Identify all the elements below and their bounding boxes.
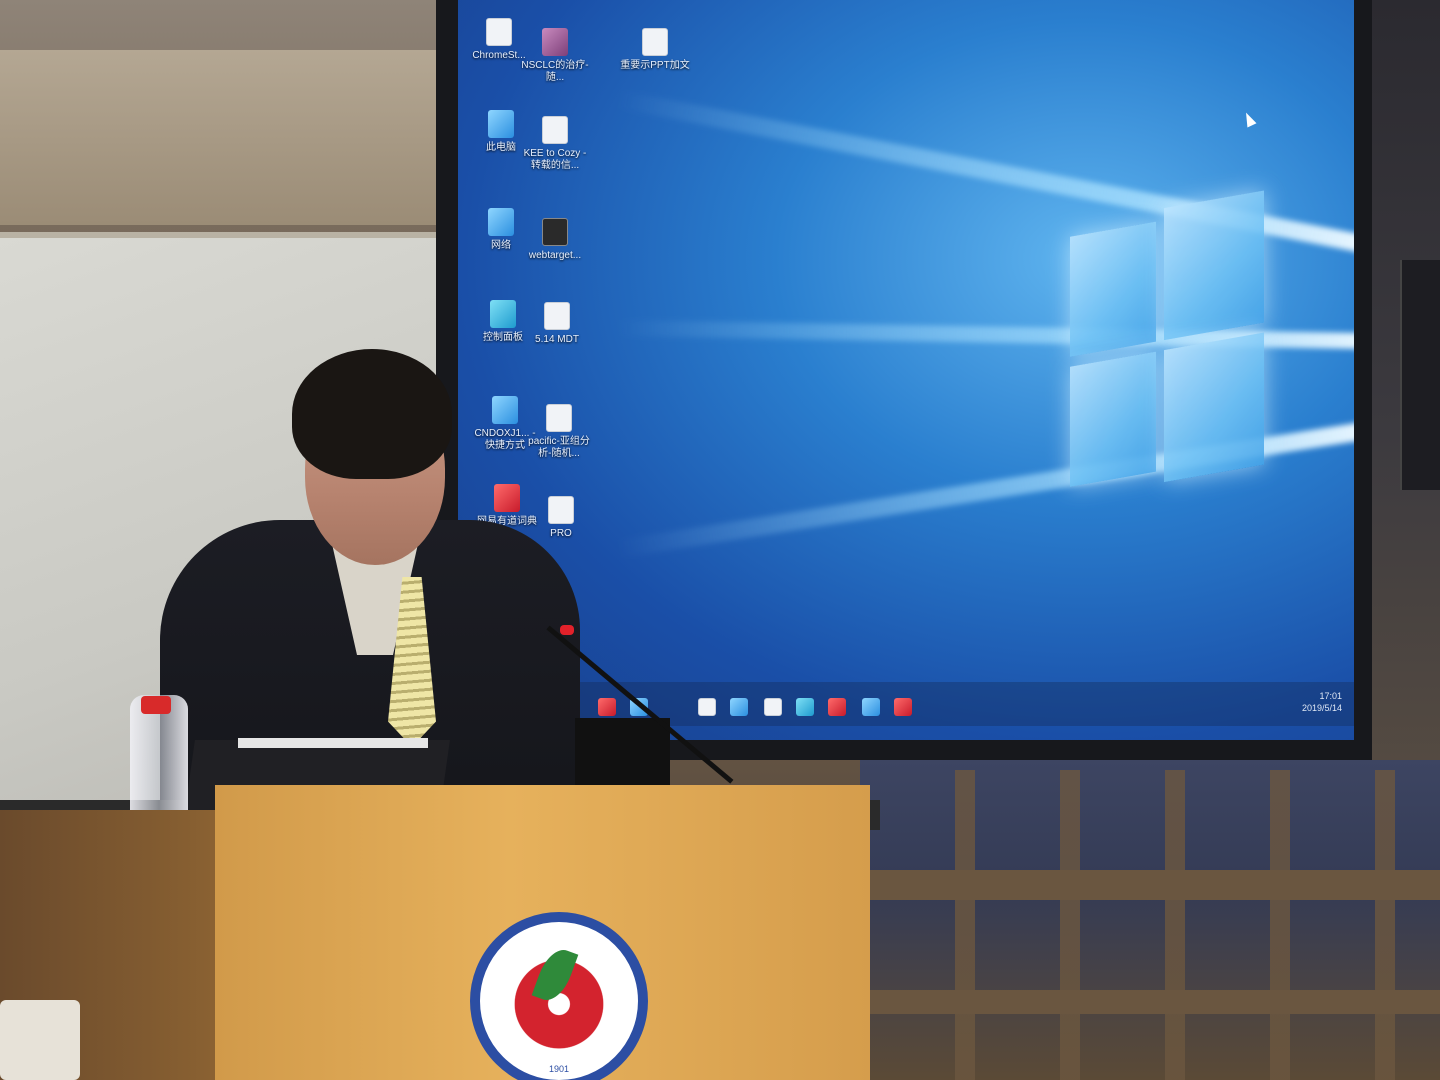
desktop-icon-kee[interactable]: KEE to Cozy -转载的信... bbox=[520, 116, 590, 172]
taskbar-chrome-icon[interactable] bbox=[828, 698, 846, 716]
icon-label: 重要示PPT加文 bbox=[620, 60, 690, 71]
desktop-icon-ppt[interactable]: 重要示PPT加文 bbox=[620, 28, 690, 72]
taskbar-app-icon[interactable] bbox=[796, 698, 814, 716]
speaker-hair bbox=[292, 349, 452, 479]
network-icon bbox=[488, 208, 514, 236]
wall-slats bbox=[870, 770, 1430, 1080]
water-bottle bbox=[130, 695, 188, 825]
audio-speaker bbox=[0, 1000, 80, 1080]
desktop-icon-webtarget[interactable]: webtarget... bbox=[520, 218, 590, 262]
wall-rail bbox=[860, 870, 1440, 900]
windows-logo bbox=[1070, 173, 1264, 527]
taskbar-date: 2019/5/14 bbox=[1301, 703, 1342, 713]
windows-logo-pane bbox=[1070, 351, 1156, 487]
taskbar-app-icon[interactable] bbox=[764, 698, 782, 716]
windows-logo-pane bbox=[1070, 221, 1156, 357]
bottle-cap bbox=[141, 696, 171, 714]
windows-logo-pane bbox=[1164, 190, 1264, 341]
mouse-cursor-icon bbox=[1241, 110, 1257, 128]
monitor bbox=[575, 718, 670, 793]
computer-icon bbox=[488, 110, 514, 138]
microphone-tip bbox=[560, 625, 574, 635]
taskbar-edge-icon[interactable] bbox=[730, 698, 748, 716]
projection-screen: ChromeSt... NSCLC的治疗-随... 重要示PPT加文 此电脑 K… bbox=[458, 0, 1354, 740]
file-icon bbox=[544, 302, 570, 330]
document-icon bbox=[542, 28, 568, 56]
file-icon bbox=[642, 28, 668, 56]
laptop-edge bbox=[238, 738, 428, 748]
control-panel-icon bbox=[490, 300, 516, 328]
icon-label: webtarget... bbox=[528, 250, 582, 261]
taskbar-app-icon[interactable] bbox=[894, 698, 912, 716]
taskbar-app-icon[interactable] bbox=[862, 698, 880, 716]
taskbar-app-icon[interactable] bbox=[598, 698, 616, 716]
taskbar-file-explorer-icon[interactable] bbox=[698, 698, 716, 716]
emblem-year: 1901 bbox=[548, 1064, 570, 1074]
icon-label: KEE to Cozy -转载的信... bbox=[523, 148, 587, 171]
windows-logo-pane bbox=[1164, 332, 1264, 483]
wall-rail-lower bbox=[860, 990, 1440, 1014]
emblem-seal: 1901 bbox=[470, 912, 648, 1080]
icon-label: NSCLC的治疗-随... bbox=[521, 60, 589, 83]
desktop-icon-mdt[interactable]: 5.14 MDT bbox=[522, 302, 592, 346]
desktop-icon-nsclc[interactable]: NSCLC的治疗-随... bbox=[520, 28, 590, 84]
wall-panel bbox=[1400, 260, 1440, 490]
app-icon bbox=[486, 18, 512, 46]
system-tray-clock[interactable]: 17:01 2019/5/14 bbox=[1252, 690, 1342, 714]
app-icon bbox=[542, 218, 568, 246]
wall-band bbox=[0, 50, 460, 225]
document-icon bbox=[542, 116, 568, 144]
taskbar-time: 17:01 bbox=[1319, 691, 1342, 701]
